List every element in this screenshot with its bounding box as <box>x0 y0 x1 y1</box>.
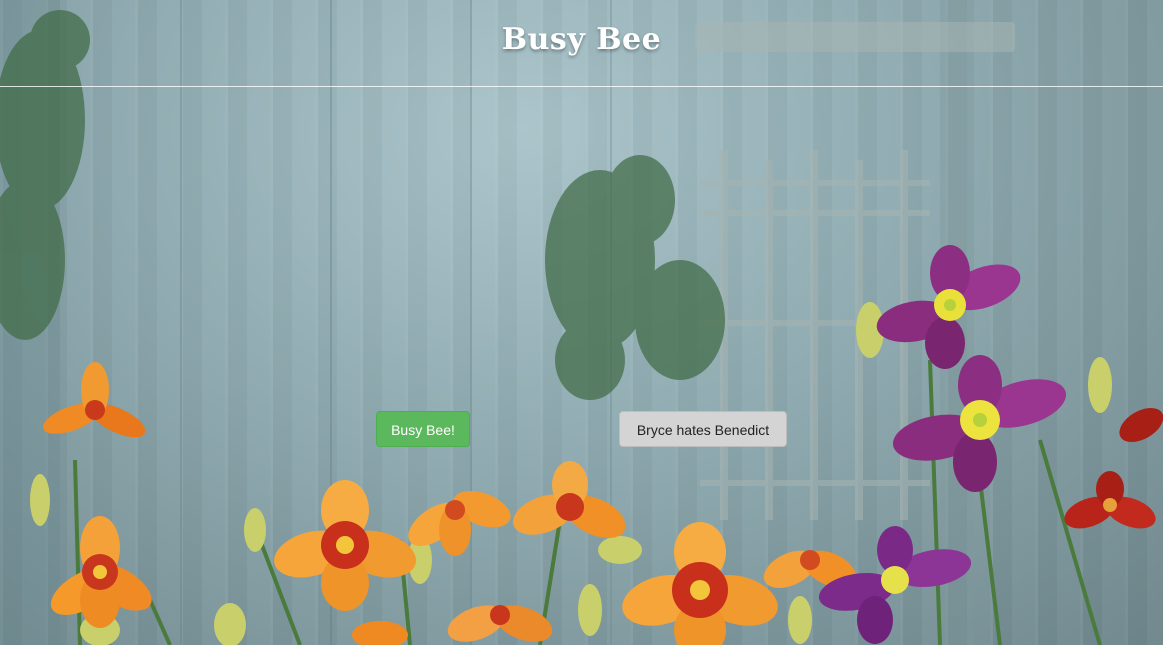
vine-icon <box>0 10 725 400</box>
page-title: Busy Bee <box>501 22 662 57</box>
busy-bee-button[interactable]: Busy Bee! <box>376 411 470 447</box>
orange-daylily-icon <box>43 362 857 645</box>
garden-scene <box>0 0 1163 645</box>
background-image <box>0 0 1163 645</box>
header-divider <box>0 86 1163 87</box>
purple-daylily-icon <box>818 245 1067 644</box>
red-daylily-icon <box>1064 407 1163 529</box>
bryce-hates-benedict-button[interactable]: Bryce hates Benedict <box>619 411 787 447</box>
